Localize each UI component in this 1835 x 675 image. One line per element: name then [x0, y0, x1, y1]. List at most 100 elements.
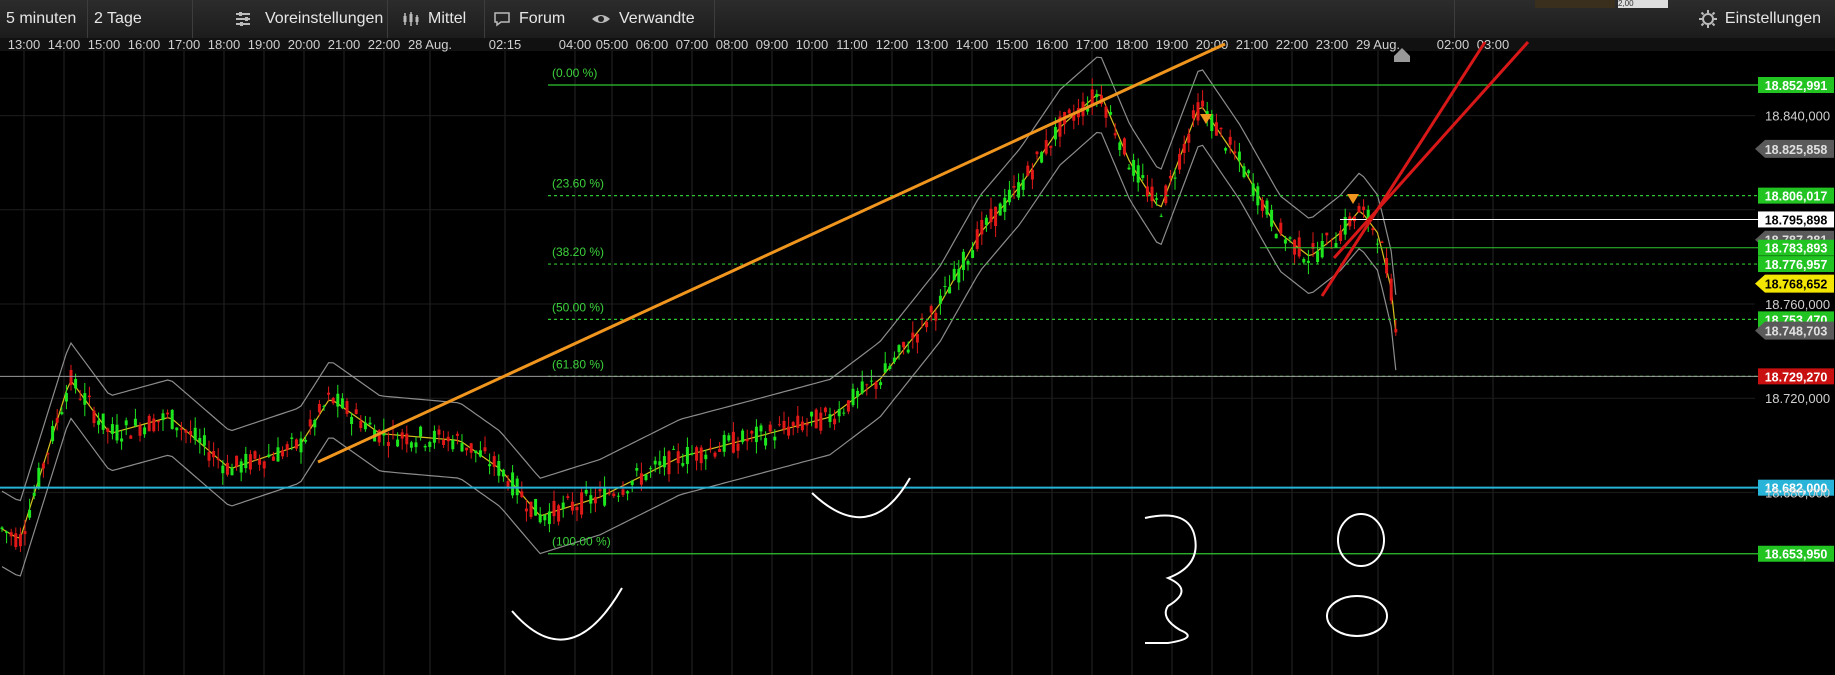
forum-button[interactable]: Forum — [485, 0, 583, 38]
candle-body — [492, 456, 496, 467]
candle-body — [14, 533, 18, 547]
candle-body — [547, 511, 551, 525]
candle-body — [1012, 186, 1016, 188]
price-tick: 18.720,000 — [1765, 391, 1830, 406]
time-tick: 19:00 — [248, 38, 281, 52]
candle-body — [9, 532, 13, 537]
candle-body — [1242, 166, 1246, 178]
candle-body — [409, 442, 413, 448]
candle-body — [1021, 179, 1025, 190]
candle-body — [179, 428, 183, 430]
candle-body — [727, 435, 731, 441]
candle-body — [961, 251, 965, 271]
candle-body — [943, 286, 947, 288]
candle-body — [718, 448, 722, 452]
candle-body — [92, 410, 96, 424]
interval-select[interactable]: 5 minuten — [0, 0, 88, 38]
candle-body — [667, 451, 671, 475]
candle-body — [455, 433, 459, 436]
candle-body — [1320, 240, 1324, 258]
candle-body — [570, 501, 574, 511]
candle-body — [474, 450, 478, 454]
candle-body — [1224, 148, 1228, 151]
candle-body — [745, 439, 749, 442]
candle-body — [957, 268, 961, 283]
price-label: 18.783,893 — [1758, 239, 1834, 256]
candle-body — [221, 465, 225, 474]
eye-icon — [592, 15, 610, 23]
candle-body — [906, 349, 910, 353]
candle-body — [897, 345, 901, 353]
candle-body — [1178, 153, 1182, 170]
candle-body — [543, 515, 547, 521]
candle-body — [184, 430, 188, 433]
candle-body — [115, 424, 119, 441]
candle-body — [1247, 170, 1251, 174]
candle-body — [1049, 145, 1053, 148]
period-label: 2 Tage — [94, 10, 142, 27]
candle-body — [166, 412, 170, 415]
candle-body — [1201, 100, 1205, 107]
candle-body — [777, 424, 781, 426]
candle-body — [359, 420, 363, 429]
candle-body — [823, 407, 827, 413]
candle-body — [129, 435, 133, 439]
candle-body — [1297, 237, 1301, 257]
candle-body — [814, 409, 818, 429]
candle-body — [810, 411, 814, 417]
forum-label: Forum — [519, 10, 566, 27]
related-button[interactable]: Verwandte — [583, 0, 715, 38]
candle-body — [152, 418, 156, 432]
candle-body — [708, 447, 712, 449]
candle-body — [741, 430, 745, 443]
candle-body — [644, 474, 648, 481]
candle-body — [1334, 243, 1338, 248]
candle-body — [437, 429, 441, 435]
time-tick: 20:00 — [288, 38, 321, 52]
corner-value: 2,00 — [1618, 0, 1668, 8]
price-label: 18.806,017 — [1758, 187, 1834, 204]
candle-body — [989, 208, 993, 223]
candle-body — [5, 531, 9, 533]
price-label-text: 18.748,703 — [1765, 325, 1828, 339]
candle-body — [704, 454, 708, 460]
average-button[interactable]: Mittel — [388, 0, 485, 38]
candle-body — [948, 286, 952, 294]
candle-body — [350, 416, 354, 425]
candle-body — [147, 415, 151, 432]
time-tick: 19:00 — [1156, 38, 1189, 52]
candle-body — [18, 534, 22, 547]
candle-body — [552, 500, 556, 517]
candle-body — [74, 378, 78, 389]
candle-body — [598, 489, 602, 492]
candle-body — [833, 418, 837, 425]
presets-button[interactable]: Voreinstellungen — [193, 0, 388, 38]
candle-body — [561, 502, 565, 509]
candle-body — [1104, 106, 1108, 118]
price-chart[interactable]: 13:00 14:00 15:00 16:00 17:00 18:00 19:00 20:00… — [0, 38, 1835, 675]
candle-body — [363, 422, 367, 430]
price-label: 18.825,858 — [1755, 139, 1834, 158]
candle-body — [971, 250, 975, 258]
toolbar: 5 minuten 2 Tage Voreinstellungen Mittel… — [0, 0, 1835, 39]
candle-body — [465, 447, 469, 451]
candle-body — [37, 467, 41, 488]
price-tick: 18.760,000 — [1765, 297, 1830, 312]
time-tick: 02:00 — [1437, 38, 1470, 52]
presets-icon — [236, 12, 250, 26]
candle-body — [396, 439, 400, 447]
candle-body — [915, 334, 919, 343]
price-tick: 18.840,000 — [1765, 109, 1830, 124]
candle-body — [649, 468, 653, 470]
candle-body — [235, 455, 239, 467]
candle-body — [432, 430, 436, 443]
candle-body — [290, 437, 294, 439]
candle-body — [842, 412, 846, 414]
period-select[interactable]: 2 Tage — [88, 0, 193, 38]
corner-swatch — [1535, 0, 1615, 8]
settings-button[interactable]: Einstellungen — [1698, 0, 1821, 38]
candle-body — [672, 448, 676, 450]
candle-body — [69, 369, 73, 385]
candle-body — [575, 506, 579, 511]
candle-body — [1127, 167, 1131, 170]
